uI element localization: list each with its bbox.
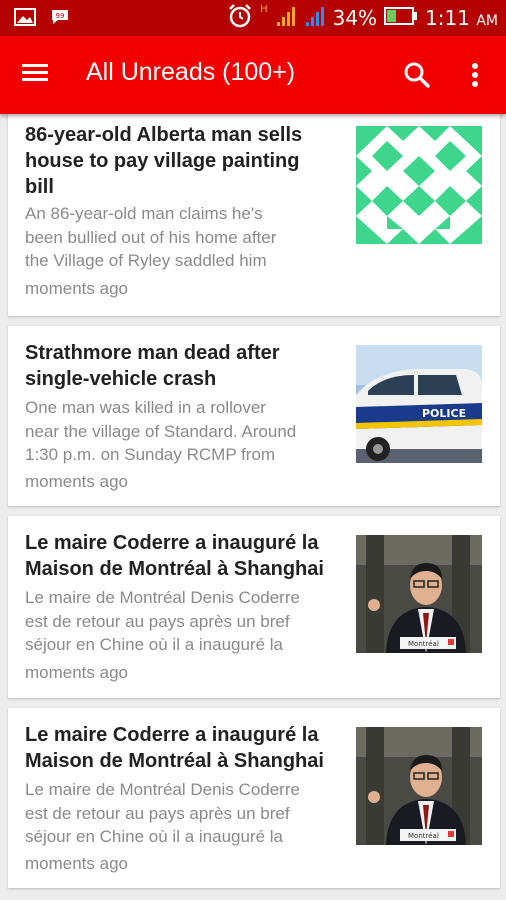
article-card[interactable]: 86-year-old Alberta man sells house to p…: [8, 114, 500, 316]
more-vert-icon[interactable]: [462, 58, 488, 92]
article-title-line: Le maire Coderre a inauguré la: [25, 724, 319, 746]
article-title-line: Strathmore man dead after: [25, 342, 280, 364]
article-thumbnail-mayor: Montréal: [356, 727, 482, 845]
gallery-notification-icon: [14, 8, 36, 30]
article-feed: 86-year-old Alberta man sells house to p…: [0, 114, 506, 900]
article-snippet-line: Le maire de Montréal Denis Coderre: [25, 588, 300, 607]
article-thumbnail-mayor: Montréal: [356, 535, 482, 653]
article-snippet: An 86-year-old man claims he's been bull…: [25, 202, 350, 273]
article-card[interactable]: Le maire Coderre a inauguré la Maison de…: [8, 708, 500, 888]
article-timestamp: moments ago: [25, 663, 128, 682]
battery-icon: [384, 7, 418, 29]
article-snippet-line: Le maire de Montréal Denis Coderre: [25, 780, 300, 799]
article-title-line: Le maire Coderre a inauguré la: [25, 532, 319, 554]
podium-sign-text: Montréal: [408, 832, 439, 840]
page-title: All Unreads (100+): [86, 58, 296, 86]
article-timestamp: moments ago: [25, 472, 128, 491]
article-timestamp: moments ago: [25, 854, 128, 873]
status-bar: 99 H 34% 1:11 AM: [0, 0, 506, 36]
article-snippet-line: the Village of Ryley saddled him: [25, 251, 267, 270]
article-snippet-line: 1:30 p.m. on Sunday RCMP from: [25, 445, 276, 464]
podium-sign-text: Montréal: [408, 640, 439, 648]
article-title-line: Maison de Montréal à Shanghai: [25, 558, 324, 580]
article-thumbnail-police-car: POLICE: [356, 345, 482, 463]
clock-time: 1:11: [425, 6, 470, 30]
article-snippet-line: est de retour au pays après un bref: [25, 803, 290, 823]
message-notification-icon: 99: [50, 8, 70, 30]
article-snippet: One man was killed in a rollover near th…: [25, 396, 350, 467]
clock-ampm: AM: [476, 13, 498, 29]
article-title-line: 86-year-old Alberta man sells: [25, 124, 303, 146]
signal-strength-icon-1: [275, 4, 297, 32]
article-title: Le maire Coderre a inauguré la Maison de…: [25, 722, 350, 774]
article-title: 86-year-old Alberta man sells house to p…: [25, 122, 350, 200]
article-snippet-line: séjour en Chine où il a inauguré la: [25, 635, 284, 654]
article-snippet-line: An 86-year-old man claims he's: [25, 204, 263, 223]
article-snippet-line: One man was killed in a rollover: [25, 398, 266, 417]
article-snippet-line: est de retour au pays après un bref: [25, 611, 290, 631]
article-snippet: Le maire de Montréal Denis Coderre est d…: [25, 778, 350, 849]
battery-percent: 34%: [332, 6, 378, 30]
article-thumbnail-pattern: [356, 126, 482, 244]
article-snippet-line: near the village of Standard. Around: [25, 421, 297, 441]
article-title-line: single-vehicle crash: [25, 368, 217, 390]
article-title-line: Maison de Montréal à Shanghai: [25, 750, 324, 772]
article-title-line: bill: [25, 176, 54, 198]
hamburger-menu-icon[interactable]: [22, 60, 58, 90]
article-card[interactable]: Strathmore man dead after single-vehicle…: [8, 326, 500, 506]
article-title-line: house to pay village painting: [25, 150, 300, 172]
article-snippet-line: been bullied out of his home after: [25, 227, 277, 247]
article-timestamp: moments ago: [25, 279, 128, 298]
police-car-text: POLICE: [422, 407, 466, 420]
svg-text:99: 99: [56, 12, 65, 20]
search-icon[interactable]: [400, 58, 434, 92]
article-snippet: Le maire de Montréal Denis Coderre est d…: [25, 586, 350, 657]
alarm-icon: [227, 3, 253, 33]
app-bar: All Unreads (100+): [0, 36, 506, 114]
signal-strength-icon-2: [304, 4, 326, 32]
article-card[interactable]: Le maire Coderre a inauguré la Maison de…: [8, 516, 500, 698]
article-title: Strathmore man dead after single-vehicle…: [25, 340, 350, 392]
article-title: Le maire Coderre a inauguré la Maison de…: [25, 530, 350, 582]
article-snippet-line: séjour en Chine où il a inauguré la: [25, 827, 284, 846]
network-type-label: H: [260, 4, 268, 15]
clock: 1:11 AM: [425, 6, 498, 30]
